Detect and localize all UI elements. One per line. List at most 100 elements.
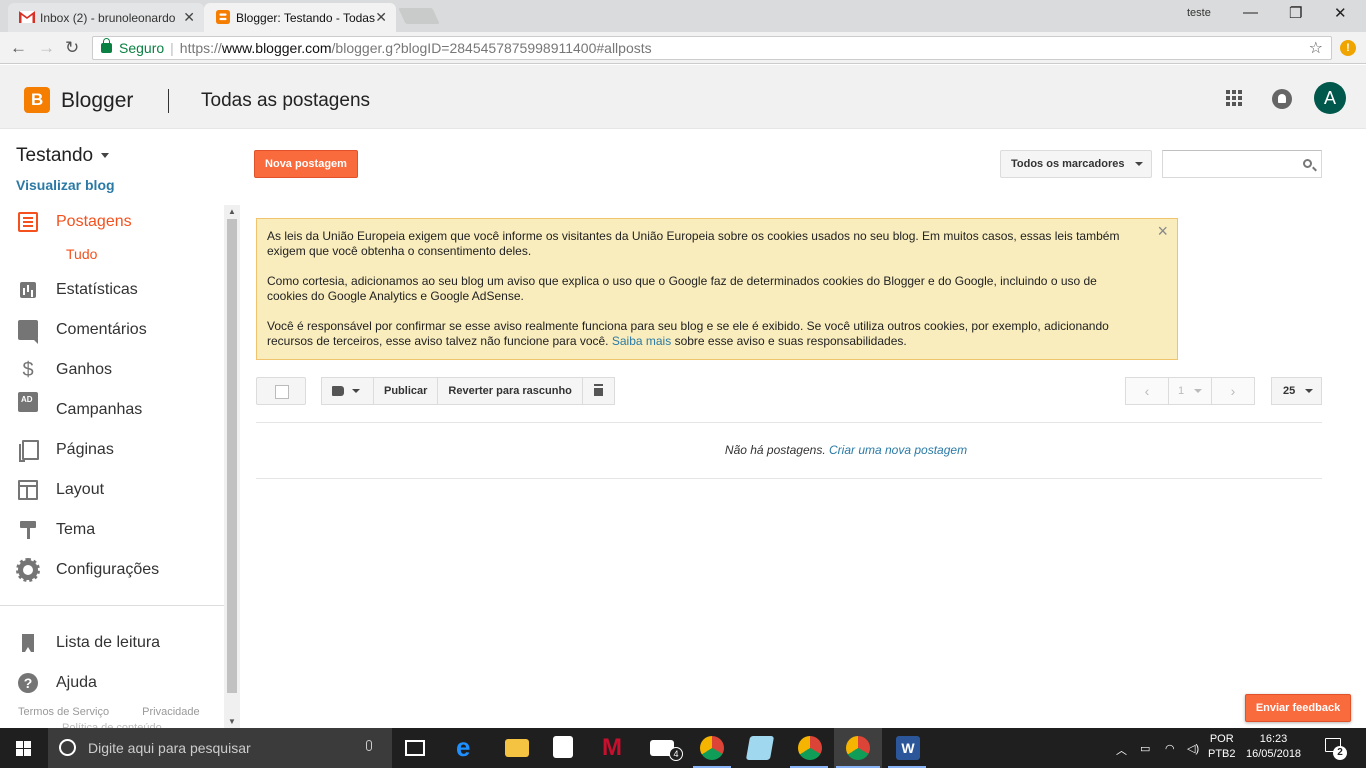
next-page-button[interactable]: › [1211,377,1255,405]
minimize-icon[interactable]: — [1243,4,1258,21]
tray-expand-icon[interactable]: ︿ [1116,742,1127,758]
new-tab-button[interactable] [398,8,440,24]
chrome-active-icon[interactable] [846,736,870,760]
publish-button[interactable]: Publicar [373,377,439,405]
sidebar-subitem-tudo[interactable]: Tudo [66,246,97,262]
previous-page-button[interactable]: ‹ [1125,377,1169,405]
page-selector[interactable]: 1 [1168,377,1212,405]
blogger-header: Blogger Todas as postagens A [0,65,1366,129]
sidebar-scrollbar[interactable]: ▲ ▼ [224,205,240,728]
sidebar-item-paginas[interactable]: Páginas [0,430,224,470]
view-blog-link[interactable]: Visualizar blog [16,177,115,193]
select-all-checkbox[interactable] [256,377,306,405]
battery-icon[interactable]: ▭ [1140,742,1150,755]
ad-icon [18,392,38,412]
scrollbar-thumb[interactable] [227,219,237,693]
paint-roller-icon [18,520,38,540]
scroll-down-icon[interactable]: ▼ [228,717,236,726]
sidebar-item-lista-de-leitura[interactable]: Lista de leitura [0,623,224,663]
gmail-icon [19,11,35,23]
input-language[interactable]: POR PTB2 [1208,732,1236,762]
chrome-profile-icon[interactable] [700,736,724,760]
sidebar-item-label: Estatísticas [56,281,138,298]
sidebar-item-ajuda[interactable]: ? Ajuda [0,663,224,703]
paint-icon[interactable] [745,736,775,760]
sidebar-item-campanhas[interactable]: Campanhas [0,390,224,430]
reload-icon[interactable]: ↻ [65,38,79,58]
keyboard-layout: PTB2 [1208,748,1236,760]
extension-warning-icon[interactable]: ! [1340,40,1356,56]
back-icon[interactable]: ← [10,38,27,58]
post-actions: Publicar Reverter para rascunho [321,377,615,405]
microphone-icon[interactable] [366,740,372,751]
sidebar-item-tema[interactable]: Tema [0,510,224,550]
posts-per-page-dropdown[interactable]: 25 [1271,377,1322,405]
sidebar-item-estatisticas[interactable]: Estatísticas [0,270,224,310]
notifications-bell-icon[interactable] [1272,89,1292,109]
scroll-up-icon[interactable]: ▲ [228,207,236,216]
mcafee-icon[interactable]: M [602,736,626,760]
layout-icon [18,480,38,500]
new-post-button[interactable]: Nova postagem [254,150,358,178]
blogger-logo-icon[interactable] [24,87,50,113]
list-divider [256,478,1322,479]
mail-badge: 4 [669,747,683,761]
search-icon[interactable] [1303,159,1312,168]
sidebar: Testando Visualizar blog Postagens Estat… [0,130,240,728]
notification-count: 2 [1333,746,1347,760]
language-code: POR [1209,733,1234,745]
taskbar-search[interactable]: Digite aqui para pesquisar [48,728,392,768]
volume-icon[interactable]: ◁) [1187,742,1199,755]
task-view-icon[interactable] [405,740,425,756]
file-explorer-icon[interactable] [505,739,529,757]
store-icon[interactable] [553,736,573,758]
create-post-link[interactable]: Criar uma nova postagem [829,443,967,457]
sidebar-item-label: Tema [56,521,96,538]
sidebar-item-configuracoes[interactable]: Configurações [0,550,224,590]
sidebar-item-label: Ganhos [56,361,113,378]
page-title: Todas as postagens [201,90,371,111]
revert-to-draft-button[interactable]: Reverter para rascunho [437,377,583,405]
profile-name[interactable]: teste [1187,7,1211,19]
close-icon[interactable]: × [1157,222,1168,240]
privacy-link[interactable]: Privacidade [142,706,199,718]
chrome-icon[interactable] [798,736,822,760]
terms-link[interactable]: Termos de Serviço [18,706,109,718]
search-input[interactable] [1163,151,1293,177]
trash-icon [593,386,603,397]
close-window-icon[interactable]: ✕ [1334,4,1347,22]
notice-paragraph-3: Você é responsável por confirmar se esse… [267,319,1127,349]
sidebar-item-comentarios[interactable]: Comentários [0,310,224,350]
word-icon[interactable]: W [896,736,920,760]
labels-dropdown[interactable]: Todos os marcadores [1000,150,1152,178]
url-scheme: https:// [179,40,222,56]
tab-gmail[interactable]: Inbox (2) - brunoleonardo ✕ [8,3,204,32]
wifi-icon[interactable]: ◠ [1165,742,1175,755]
apps-grid-icon[interactable] [1226,90,1242,106]
edge-icon[interactable]: e [456,734,480,760]
label-button[interactable] [321,377,374,405]
bookmark-star-icon[interactable]: ☆ [1309,38,1323,58]
sidebar-item-postagens[interactable]: Postagens [0,202,224,242]
close-tab-icon[interactable]: ✕ [183,9,195,26]
dollar-icon: $ [22,359,34,381]
system-clock[interactable]: 16:23 16/05/2018 [1246,732,1301,762]
sidebar-item-layout[interactable]: Layout [0,470,224,510]
tab-blogger[interactable]: Blogger: Testando - Todas ✕ [204,3,396,32]
close-tab-icon[interactable]: ✕ [375,9,387,26]
blog-selector[interactable]: Testando [16,145,110,167]
avatar[interactable]: A [1314,82,1346,114]
learn-more-link[interactable]: Saiba mais [612,334,671,348]
windows-start-icon[interactable] [16,741,31,756]
sidebar-divider [0,605,224,606]
delete-button[interactable] [581,377,615,405]
sidebar-item-ganhos[interactable]: $ Ganhos [0,350,224,390]
send-feedback-button[interactable]: Enviar feedback [1245,694,1351,722]
restore-icon[interactable]: ❐ [1289,4,1302,22]
cortana-icon [59,739,76,756]
forward-icon[interactable]: → [38,38,55,58]
address-bar[interactable]: Seguro | https:// www.blogger.com /blogg… [92,36,1332,60]
brand-name[interactable]: Blogger [61,89,133,113]
tab-title: Inbox (2) - brunoleonardo [40,10,176,25]
lock-icon [101,38,112,53]
